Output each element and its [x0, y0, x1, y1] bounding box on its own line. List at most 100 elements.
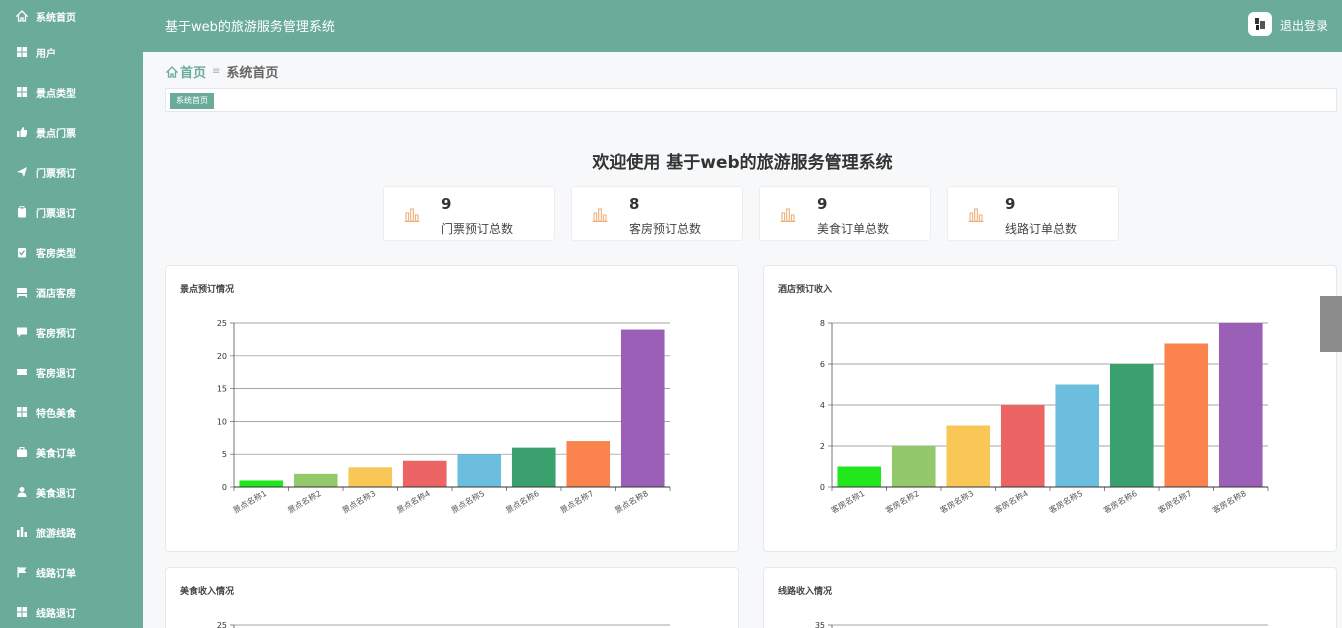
x-tick-label: 客房名称7 — [1156, 488, 1193, 515]
y-tick-label: 25 — [217, 621, 227, 628]
sidebar-item-label: 景点类型 — [36, 88, 76, 100]
x-tick-label: 客房名称4 — [993, 488, 1030, 515]
sidebar-item-label: 客房退订 — [36, 368, 76, 380]
sidebar-item-7[interactable]: 酒店客房 — [0, 272, 143, 312]
x-tick-label: 客房名称1 — [829, 488, 866, 515]
flag-icon — [16, 566, 28, 578]
stat-value: 9 — [1005, 195, 1016, 213]
bar — [946, 425, 991, 487]
bar — [402, 460, 447, 487]
bar — [1164, 343, 1209, 487]
clipboard-icon — [16, 206, 28, 218]
y-tick-label: 10 — [217, 417, 227, 426]
stat-label: 美食订单总数 — [817, 222, 890, 236]
sidebar-item-1[interactable]: 用户 — [0, 32, 143, 72]
sidebar-item-label: 线路退订 — [36, 608, 76, 620]
breadcrumb-home[interactable]: 首页 — [166, 62, 206, 81]
y-tick-label: 0 — [820, 483, 825, 492]
thumbs-up-icon — [16, 126, 28, 138]
x-tick-label: 景点名称1 — [231, 488, 268, 515]
user-icon — [16, 486, 28, 498]
stat-value: 9 — [817, 195, 828, 213]
bar — [293, 473, 338, 487]
sidebar-item-label: 特色美食 — [36, 408, 76, 420]
sidebar-item-10[interactable]: 特色美食 — [0, 392, 143, 432]
sidebar-item-15[interactable]: 线路退订 — [0, 592, 143, 628]
stat-value: 9 — [441, 195, 452, 213]
sidebar-item-0[interactable]: 系统首页 — [0, 0, 143, 32]
home-icon — [166, 65, 178, 78]
x-tick-label: 景点名称3 — [340, 488, 377, 515]
x-tick-label: 景点名称6 — [504, 488, 541, 515]
bar — [1218, 323, 1263, 487]
bar — [1055, 384, 1100, 487]
breadcrumb-home-label: 首页 — [180, 66, 207, 81]
stat-label: 客房预订总数 — [629, 222, 702, 236]
grid-icon — [16, 86, 28, 98]
y-tick-label: 25 — [217, 319, 227, 328]
bar — [239, 480, 284, 487]
chart-card-scenic-bookings: 景点预订情况 0 5 10 15 20 25 景点名称1 景点名称2 景点名称3 景点名称4 景点名… — [165, 265, 739, 552]
stat-label: 线路订单总数 — [1005, 222, 1078, 236]
x-tick-label: 客房名称2 — [884, 488, 921, 515]
bar — [891, 446, 936, 487]
sidebar-item-label: 用户 — [36, 48, 56, 60]
comment-icon — [16, 326, 28, 338]
sidebar-item-11[interactable]: 美食订单 — [0, 432, 143, 472]
y-tick-label: 35 — [815, 621, 825, 628]
logout-button[interactable]: 退出登录 — [1280, 17, 1328, 34]
bar — [511, 447, 556, 487]
sidebar-item-2[interactable]: 景点类型 — [0, 72, 143, 112]
x-tick-label: 客房名称5 — [1047, 488, 1084, 515]
sidebar-item-6[interactable]: 客房类型 — [0, 232, 143, 272]
side-scroll-tab[interactable] — [1320, 296, 1342, 352]
chart-card-route-income: 线路收入情况 35 — [763, 567, 1337, 628]
app-root: 系统首页 用户 景点类型 景点门票 门票预订 门票退订 客房类型 酒店客房 客房预订 客房退订 特色… — [0, 0, 1342, 628]
sidebar-item-label: 线路订单 — [36, 568, 76, 580]
y-tick-label: 15 — [217, 385, 227, 394]
sidebar-item-label: 门票预订 — [36, 168, 76, 180]
sidebar-item-3[interactable]: 景点门票 — [0, 112, 143, 152]
tab-bar: 系统首页 — [165, 88, 1337, 112]
x-tick-label: 客房名称6 — [1102, 488, 1139, 515]
grid-icon — [16, 46, 28, 58]
user-avatar-icon — [1255, 18, 1265, 30]
x-tick-label: 客房名称3 — [938, 488, 975, 515]
sidebar-item-8[interactable]: 客房预订 — [0, 312, 143, 352]
grid-icon — [16, 406, 28, 418]
chart-route-income: 35 — [815, 621, 1268, 628]
sidebar-item-14[interactable]: 线路订单 — [0, 552, 143, 592]
tab-dashboard[interactable]: 系统首页 — [170, 93, 214, 109]
y-tick-label: 2 — [820, 442, 825, 451]
bar — [348, 467, 393, 487]
bar — [1000, 405, 1045, 487]
sidebar-item-label: 美食退订 — [36, 488, 76, 500]
sidebar-item-label: 景点门票 — [36, 128, 76, 140]
sidebar: 系统首页用户景点类型景点门票门票预订门票退订客房类型酒店客房 客房预订客房退订特色… — [0, 0, 143, 628]
sidebar-item-5[interactable]: 门票退订 — [0, 192, 143, 232]
stat-label: 门票预订总数 — [441, 222, 514, 236]
breadcrumb-separator: ≡ — [212, 66, 221, 77]
ticket-icon — [16, 366, 28, 378]
y-tick-label: 4 — [820, 401, 825, 410]
sidebar-item-12[interactable]: 美食退订 — [0, 472, 143, 512]
bar — [620, 329, 665, 487]
x-tick-label: 景点名称5 — [449, 488, 486, 515]
bar — [1109, 364, 1154, 487]
bar-chart-icon — [16, 526, 28, 538]
chart-card-hotel-income: 酒店预订收入 0 2 4 6 8 客房名称1 客房名称2 客房名称3 客房名称4 客房名称5 客房名… — [763, 265, 1337, 552]
x-tick-label: 景点名称4 — [395, 488, 432, 515]
sidebar-item-4[interactable]: 门票预订 — [0, 152, 143, 192]
bar — [566, 441, 611, 487]
y-tick-label: 8 — [820, 319, 825, 328]
y-tick-label: 0 — [222, 483, 227, 492]
sidebar-item-label: 客房类型 — [36, 248, 76, 260]
bar-chart-icon — [968, 208, 984, 222]
sidebar-item-9[interactable]: 客房退订 — [0, 352, 143, 392]
sidebar-item-13[interactable]: 旅游线路 — [0, 512, 143, 552]
avatar[interactable] — [1248, 12, 1272, 36]
bed-icon — [16, 286, 28, 298]
y-tick-label: 6 — [820, 360, 825, 369]
bar — [457, 454, 502, 487]
welcome-heading: 欢迎使用 基于web的旅游服务管理系统 — [592, 153, 893, 173]
